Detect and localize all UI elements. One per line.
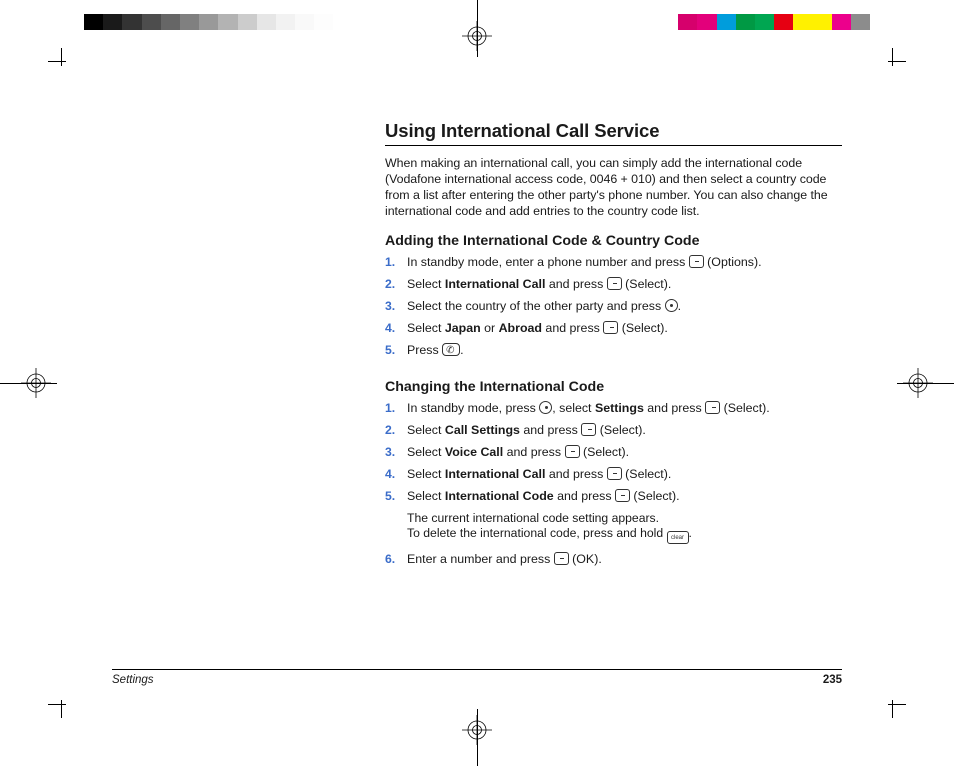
softkey-icon (705, 401, 720, 414)
intro-paragraph: When making an international call, you c… (385, 155, 842, 219)
swatch (180, 14, 199, 30)
page-content: Using International Call Service When ma… (385, 120, 842, 588)
softkey-icon (607, 277, 622, 290)
footer-page-number: 235 (823, 674, 842, 686)
swatch (678, 14, 697, 30)
swatch (812, 14, 831, 30)
crop-hairline (0, 383, 57, 384)
swatch (295, 14, 314, 30)
clear-key-icon: clear (667, 531, 689, 544)
printer-color-bar (678, 14, 870, 30)
softkey-icon (565, 445, 580, 458)
step: Select Call Settings and press (Select). (385, 423, 842, 439)
note-text: The current international code setting a… (407, 511, 659, 525)
center-key-icon (539, 401, 552, 414)
trim-mark (892, 704, 920, 732)
steps-adding: In standby mode, enter a phone number an… (385, 255, 842, 365)
swatch (774, 14, 793, 30)
swatch (103, 14, 122, 30)
page-footer: Settings 235 (112, 669, 842, 686)
softkey-icon (581, 423, 596, 436)
swatch (122, 14, 141, 30)
swatch (199, 14, 218, 30)
swatch (238, 14, 257, 30)
note-text: To delete the international code, press … (407, 526, 667, 540)
swatch (717, 14, 736, 30)
softkey-icon (554, 552, 569, 565)
crop-hairline (897, 383, 954, 384)
subheading-adding: Adding the International Code & Country … (385, 233, 842, 249)
swatch (218, 14, 237, 30)
swatch (84, 14, 103, 30)
swatch (276, 14, 295, 30)
step: Select the country of the other party an… (385, 299, 842, 315)
trim-mark (34, 704, 62, 732)
center-key-icon (665, 299, 678, 312)
step: Select International Code and press (Sel… (385, 489, 842, 544)
swatch (832, 14, 851, 30)
swatch (736, 14, 755, 30)
step: Select Voice Call and press (Select). (385, 445, 842, 461)
crop-hairline (477, 0, 478, 57)
step: Select Japan or Abroad and press (Select… (385, 321, 842, 337)
softkey-icon (607, 467, 622, 480)
swatch (793, 14, 812, 30)
step: In standby mode, enter a phone number an… (385, 255, 842, 271)
swatch (142, 14, 161, 30)
swatch (851, 14, 870, 30)
swatch (755, 14, 774, 30)
subheading-changing: Changing the International Code (385, 379, 842, 395)
page-title: Using International Call Service (385, 120, 842, 146)
softkey-icon (603, 321, 618, 334)
swatch (697, 14, 716, 30)
step: Enter a number and press (OK). (385, 552, 842, 568)
swatch (333, 14, 352, 30)
softkey-icon (615, 489, 630, 502)
trim-mark (892, 34, 920, 62)
call-key-icon (442, 343, 460, 356)
step: In standby mode, press , select Settings… (385, 401, 842, 417)
crop-hairline (477, 709, 478, 766)
printer-gray-bar (84, 14, 353, 30)
softkey-icon (689, 255, 704, 268)
swatch (314, 14, 333, 30)
footer-section: Settings (112, 674, 154, 686)
swatch (257, 14, 276, 30)
step: Press . (385, 343, 842, 359)
trim-mark (34, 34, 62, 62)
step: Select International Call and press (Sel… (385, 277, 842, 293)
swatch (161, 14, 180, 30)
steps-changing: In standby mode, press , select Settings… (385, 401, 842, 574)
step: Select International Call and press (Sel… (385, 467, 842, 483)
